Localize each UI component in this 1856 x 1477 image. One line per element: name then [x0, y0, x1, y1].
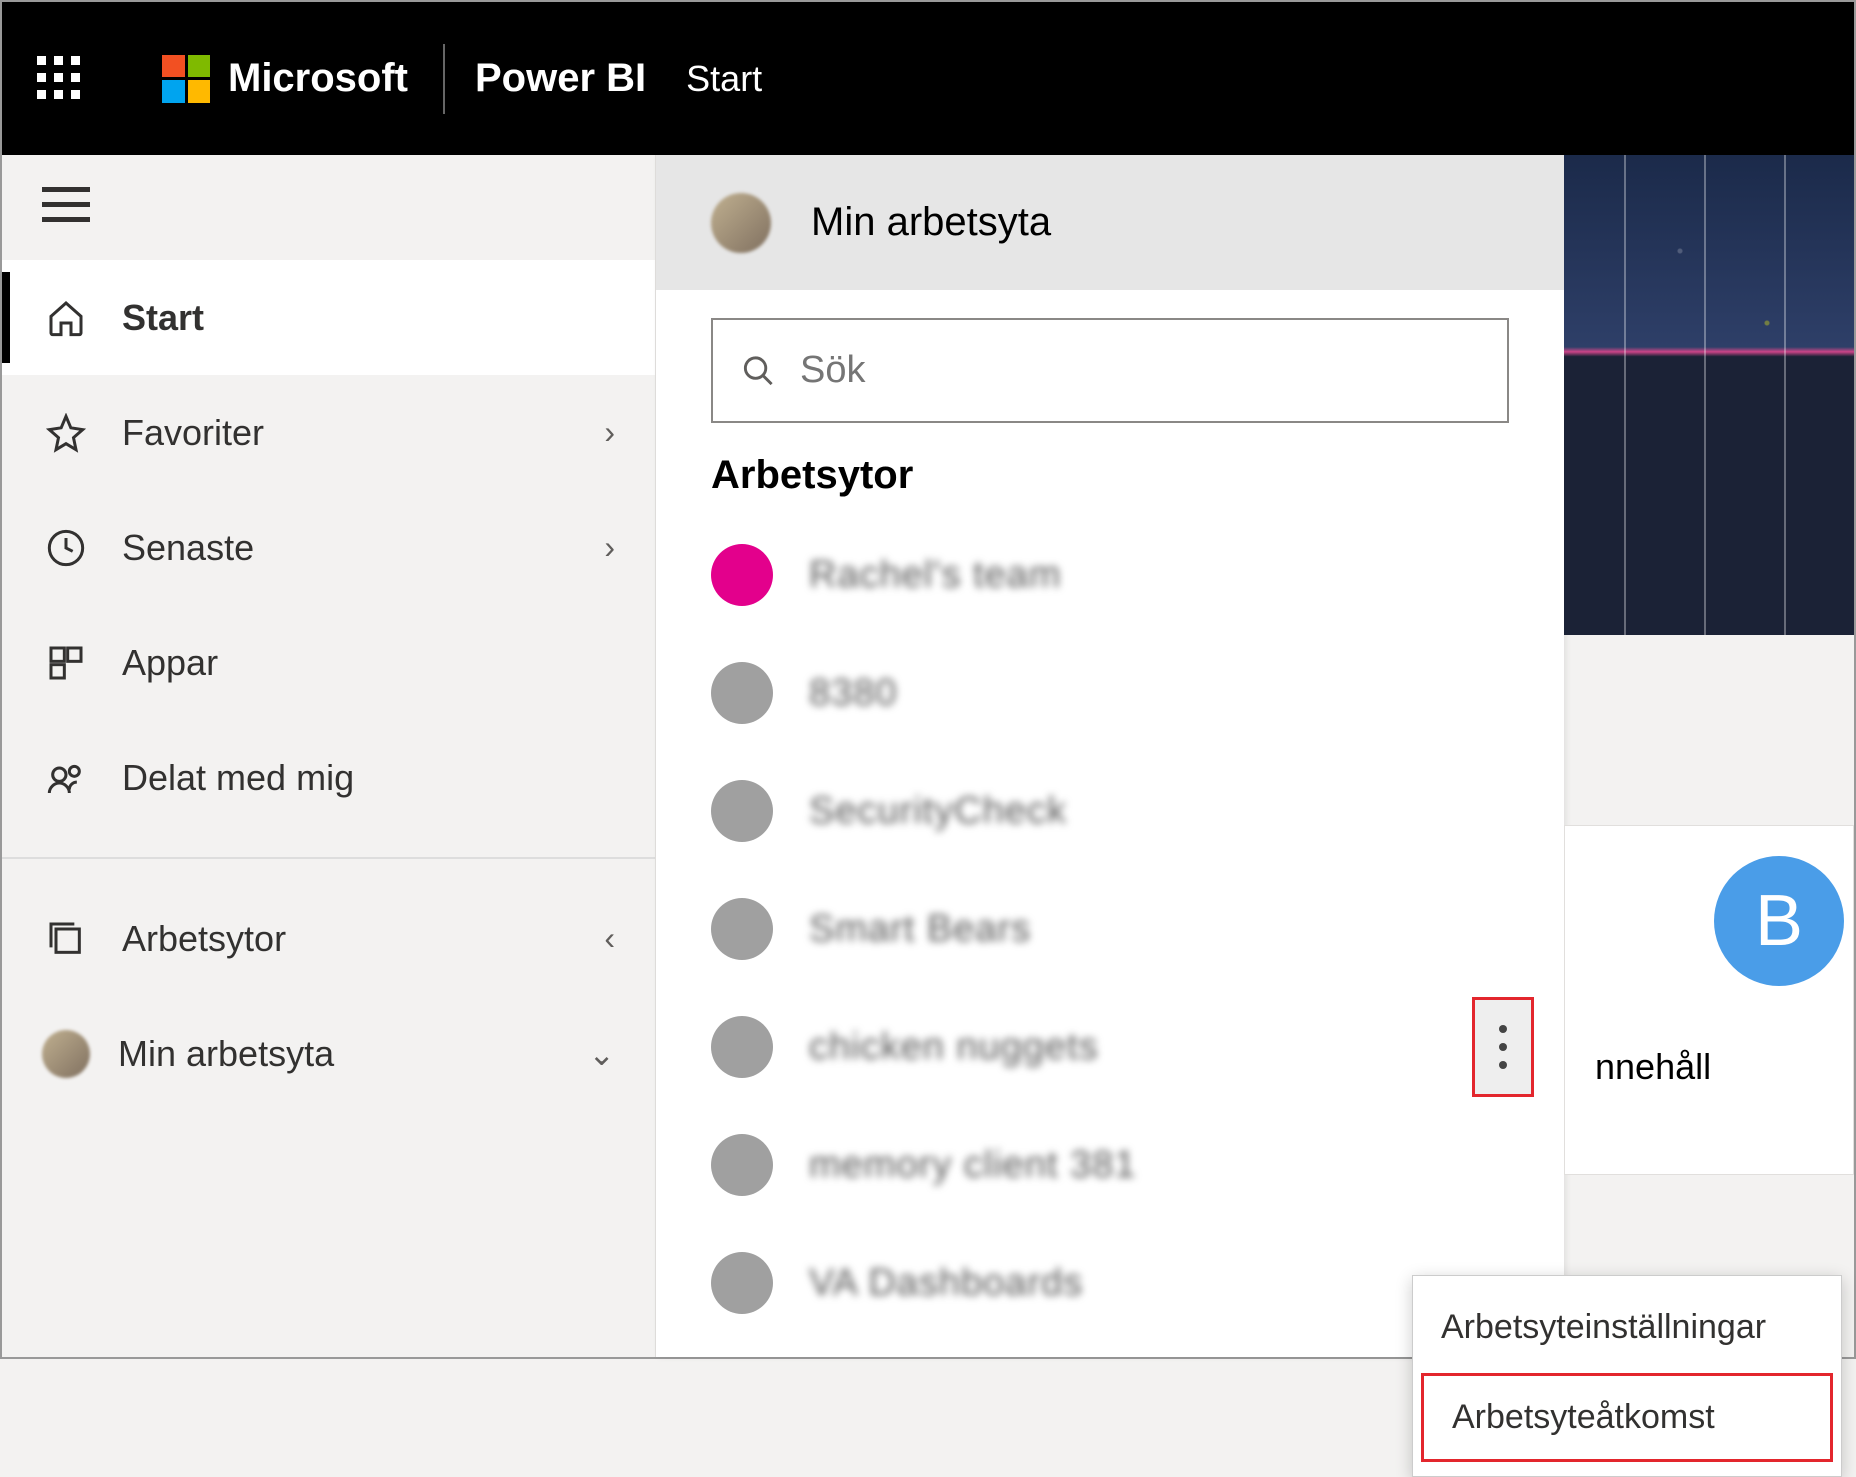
flyout-section-title: Arbetsytor	[656, 447, 1564, 516]
workspace-avatar-icon	[711, 1016, 773, 1078]
workspace-name: Smart Bears	[809, 908, 1031, 951]
sidebar-item-min-arbetsyta[interactable]: Min arbetsyta ⌄	[2, 996, 655, 1111]
dot-icon	[1499, 1043, 1507, 1051]
sidebar-item-label: Appar	[122, 642, 218, 684]
workspace-avatar-icon	[711, 544, 773, 606]
dot-icon	[1499, 1025, 1507, 1033]
sidebar-item-senaste[interactable]: Senaste ›	[2, 490, 655, 605]
workspace-name: 8380	[809, 672, 898, 715]
page-title: Start	[686, 58, 762, 100]
chevron-right-icon: ›	[604, 414, 615, 451]
avatar-icon	[42, 1030, 90, 1078]
search-icon	[741, 352, 776, 390]
clock-icon	[42, 524, 90, 572]
card-caption: nnehåll	[1565, 1046, 1711, 1088]
context-menu: Arbetsyteinställningar Arbetsyteåtkomst	[1412, 1275, 1842, 1477]
chevron-right-icon: ›	[604, 529, 615, 566]
workspace-item[interactable]: SecurityCheck	[656, 752, 1564, 870]
sidebar-item-label: Min arbetsyta	[118, 1033, 334, 1075]
workspace-name: chicken nuggets	[809, 1026, 1099, 1069]
search-box[interactable]	[711, 318, 1509, 423]
search-input[interactable]	[800, 349, 1479, 392]
sidebar: Start Favoriter › Senaste › App	[2, 155, 656, 1357]
workspace-item[interactable]: Rachel's team	[656, 516, 1564, 634]
app-launcher-icon[interactable]	[37, 56, 82, 101]
sidebar-item-appar[interactable]: Appar	[2, 605, 655, 720]
shared-icon	[42, 754, 90, 802]
sidebar-item-arbetsytor[interactable]: Arbetsytor ‹	[2, 881, 655, 996]
suite-label: Power BI	[475, 56, 646, 101]
workspace-item[interactable]: memory client 381	[656, 1106, 1564, 1224]
hamburger-button[interactable]	[2, 155, 655, 260]
header-divider	[443, 44, 445, 114]
workspace-item[interactable]: 8380	[656, 634, 1564, 752]
sidebar-separator	[2, 857, 655, 859]
workspace-list: Rachel's team 8380 SecurityCheck Smart B…	[656, 516, 1564, 1342]
chevron-left-icon: ‹	[604, 920, 615, 957]
flyout-header[interactable]: Min arbetsyta	[656, 155, 1564, 290]
sidebar-item-delat[interactable]: Delat med mig	[2, 720, 655, 835]
brand-label: Microsoft	[228, 56, 408, 101]
sidebar-item-label: Favoriter	[122, 412, 264, 454]
avatar-icon	[711, 193, 771, 253]
menu-item-settings[interactable]: Arbetsyteinställningar	[1413, 1286, 1841, 1369]
microsoft-logo-icon	[162, 55, 210, 103]
workspace-name: SecurityCheck	[809, 790, 1067, 833]
workspaces-icon	[42, 915, 90, 963]
menu-item-access[interactable]: Arbetsyteåtkomst	[1421, 1373, 1833, 1462]
app-header: Microsoft Power BI Start	[2, 2, 1854, 155]
sidebar-item-label: Arbetsytor	[122, 918, 286, 960]
workspace-item[interactable]: chicken nuggets	[656, 988, 1564, 1106]
sidebar-item-label: Start	[122, 297, 204, 339]
home-icon	[42, 294, 90, 342]
sidebar-item-start[interactable]: Start	[2, 260, 655, 375]
workspace-avatar-icon	[711, 662, 773, 724]
more-options-button[interactable]	[1472, 997, 1534, 1097]
star-icon	[42, 409, 90, 457]
flyout-title: Min arbetsyta	[811, 200, 1051, 245]
workspace-avatar-icon	[711, 1134, 773, 1196]
sidebar-item-label: Senaste	[122, 527, 254, 569]
hero-image	[1564, 155, 1854, 635]
workspace-name: memory client 381	[809, 1144, 1136, 1187]
workspace-avatar-icon	[711, 780, 773, 842]
workspace-item[interactable]: Smart Bears	[656, 870, 1564, 988]
chevron-down-icon: ⌄	[588, 1035, 615, 1073]
sidebar-item-favoriter[interactable]: Favoriter ›	[2, 375, 655, 490]
workspace-name: VA Dashboards	[809, 1262, 1083, 1305]
sidebar-item-label: Delat med mig	[122, 757, 354, 799]
dot-icon	[1499, 1061, 1507, 1069]
hamburger-icon	[42, 185, 90, 225]
workspace-avatar-icon	[711, 1252, 773, 1314]
apps-icon	[42, 639, 90, 687]
workspace-flyout: Min arbetsyta Arbetsytor Rachel's team 8…	[656, 155, 1564, 1357]
workspace-name: Rachel's team	[809, 554, 1062, 597]
content-card[interactable]: B nnehåll	[1564, 825, 1854, 1175]
workspace-avatar-icon	[711, 898, 773, 960]
card-avatar-icon: B	[1714, 856, 1844, 986]
